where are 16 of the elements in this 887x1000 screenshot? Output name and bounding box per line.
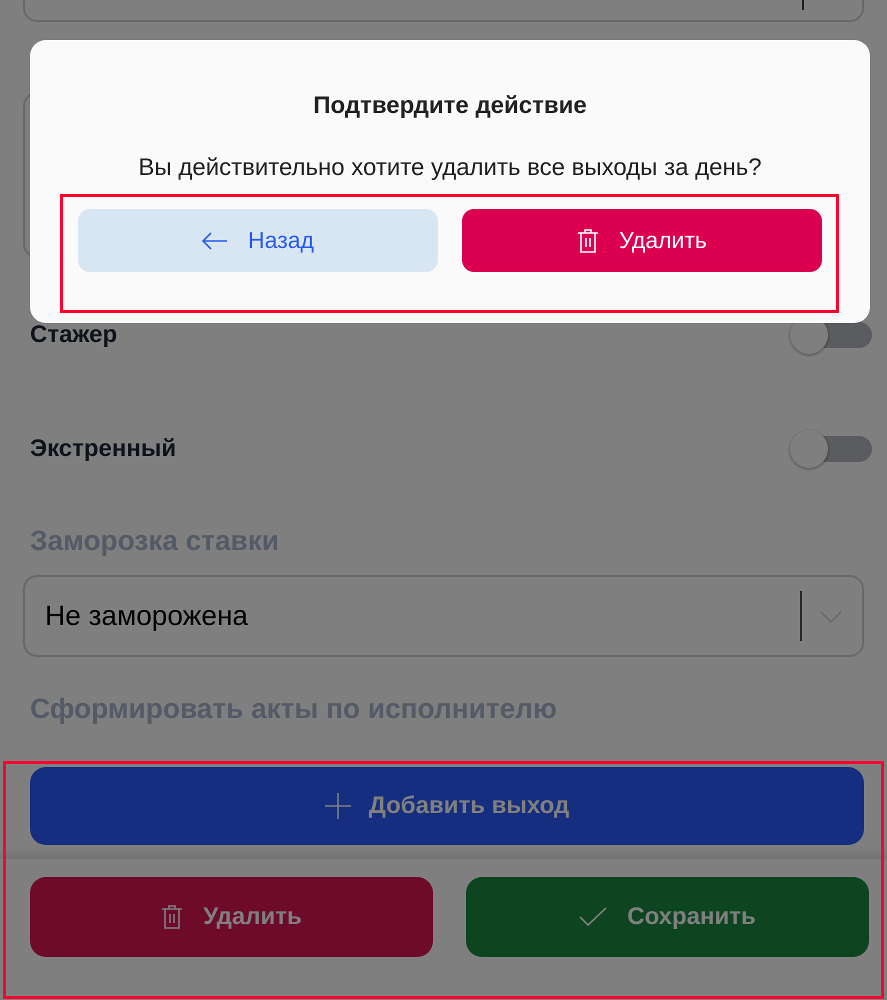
check-icon	[579, 907, 608, 927]
chevron-down-icon	[820, 611, 842, 623]
select-field[interactable]: Не заморожена	[23, 575, 864, 657]
save-button[interactable]: Сохранить	[466, 877, 869, 957]
trash-icon	[161, 904, 184, 930]
delete-button[interactable]: Удалить	[30, 877, 433, 957]
toggle-label: Стажер	[30, 321, 118, 349]
back-button[interactable]: Назад	[78, 209, 438, 272]
dialog-message: Вы действительно хотите удалить все выходы за день?	[138, 154, 762, 182]
toggle-label: Экстренный	[30, 435, 176, 463]
trash-icon	[577, 228, 600, 254]
arrow-left-icon	[202, 232, 228, 250]
dialog-title: Подтвердите действие	[313, 92, 587, 120]
plus-icon	[324, 793, 351, 819]
add-button[interactable]: Добавить выход	[30, 767, 864, 845]
delete-button[interactable]: Удалить	[462, 209, 822, 272]
